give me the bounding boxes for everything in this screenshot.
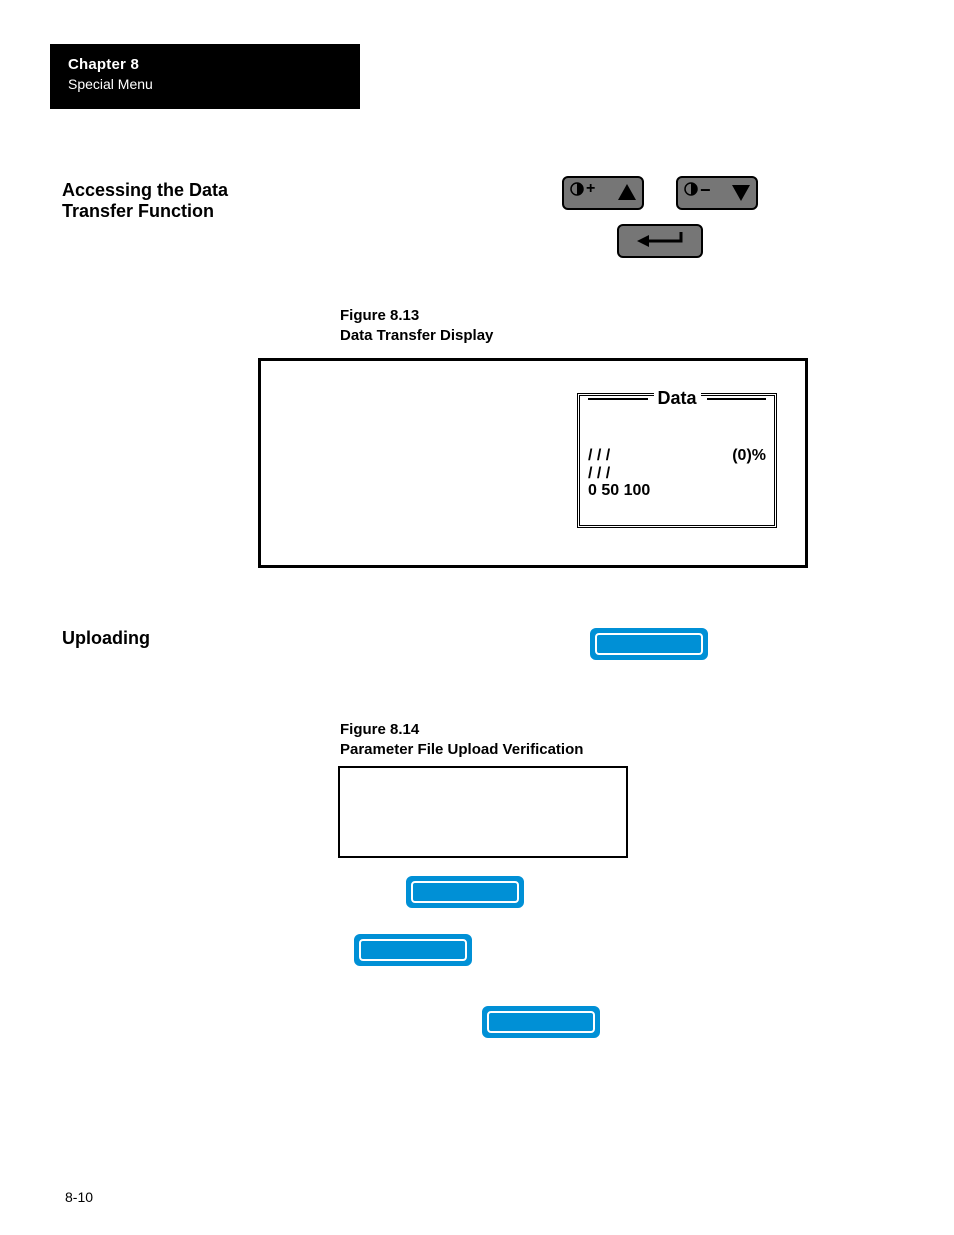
figure-814-title: Parameter File Upload Verification	[340, 741, 583, 758]
contrast-up-key: +	[562, 176, 644, 210]
chapter-header: Chapter 8 Special Menu	[50, 44, 360, 109]
blue-key-top	[590, 628, 708, 660]
upload-verify-box	[338, 766, 628, 858]
lcd-rule-right	[707, 398, 767, 400]
lcd-title: Data	[654, 388, 701, 409]
page: Chapter 8 Special Menu Accessing the Dat…	[0, 0, 954, 1235]
enter-key	[617, 224, 703, 258]
contrast-down-key: −	[676, 176, 758, 210]
figure-813-number: Figure 8.13	[340, 307, 419, 324]
figure-814-number: Figure 8.14	[340, 721, 419, 738]
data-transfer-display: Data / / / (0)% / / / 0 50 100	[258, 358, 808, 568]
blue-key-mid-1	[406, 876, 524, 908]
lcd-row1-left: / / /	[588, 447, 610, 465]
minus-label: −	[700, 180, 711, 201]
figure-813-caption: Figure 8.13 Data Transfer Display	[340, 306, 493, 345]
chapter-number: Chapter 8	[68, 56, 342, 73]
lcd-body: / / / (0)% / / / 0 50 100	[588, 447, 766, 500]
plus-label: +	[586, 180, 595, 198]
lcd-panel: Data / / / (0)% / / / 0 50 100	[577, 393, 777, 528]
lcd-row1-right: (0)%	[732, 447, 766, 465]
contrast-icon	[684, 182, 698, 196]
down-arrow-icon	[732, 185, 750, 201]
section-heading-access: Accessing the Data Transfer Function	[62, 180, 292, 221]
lcd-title-bar: Data	[588, 388, 766, 409]
chapter-title: Special Menu	[68, 76, 342, 92]
enter-arrow-icon	[637, 232, 683, 250]
figure-814-caption: Figure 8.14 Parameter File Upload Verifi…	[340, 720, 583, 759]
lcd-row-2: / / /	[588, 465, 766, 483]
figure-813-title: Data Transfer Display	[340, 327, 493, 344]
key-row-top: + −	[560, 176, 760, 210]
blue-key-low	[482, 1006, 600, 1038]
lcd-row-1: / / / (0)%	[588, 447, 766, 465]
blue-key-mid-2	[354, 934, 472, 966]
lcd-rule-left	[588, 398, 648, 400]
up-arrow-icon	[618, 184, 636, 200]
key-illustration-group: + −	[560, 176, 760, 258]
page-number: 8-10	[65, 1189, 93, 1205]
lcd-row-3: 0 50 100	[588, 482, 766, 500]
contrast-icon	[570, 182, 584, 196]
section-heading-uploading: Uploading	[62, 628, 150, 649]
